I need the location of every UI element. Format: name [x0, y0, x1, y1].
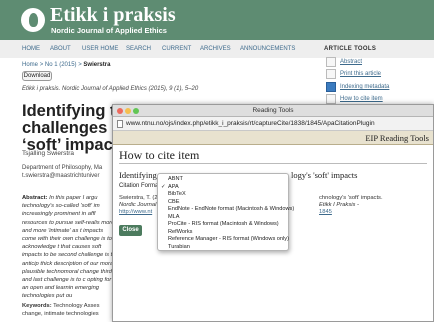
breadcrumb-separator: > — [78, 62, 82, 68]
dropdown-option[interactable]: EndNote - EndNote format (Macintosh & Wi… — [168, 206, 294, 212]
window-title: Reading Tools — [252, 107, 294, 114]
url-bar[interactable]: www.ntnu.no/ojs/index.php/etikk_i_praksi… — [113, 117, 433, 131]
item-title-right: logy's 'soft' impacts — [291, 170, 358, 180]
window-titlebar[interactable]: Reading Tools — [113, 105, 433, 117]
reading-tools-window: Reading Tools www.ntnu.no/ojs/index.php/… — [112, 104, 434, 322]
tool-abstract-link[interactable]: Abstract — [340, 59, 362, 65]
breadcrumb-current: Swierstra — [83, 62, 111, 68]
tool-metadata-link[interactable]: Indexing metadata — [340, 84, 389, 90]
nav-home[interactable]: HOME — [22, 46, 40, 52]
how-to-cite-heading: How to cite item — [119, 148, 200, 162]
article-author: Tsjalling Swierstra — [22, 150, 75, 157]
nav-current[interactable]: CURRENT — [162, 46, 191, 52]
checkmark-icon: ✓ — [161, 183, 166, 190]
dropdown-option[interactable]: Reference Manager - RIS format (Windows … — [168, 236, 289, 242]
citation-line: chnology's 'soft' impacts. — [319, 195, 383, 201]
url-text[interactable]: www.ntnu.no/ojs/index.php/etikk_i_praksi… — [126, 120, 375, 127]
article-citation: Etikk i praksis. Nordic Journal of Appli… — [22, 86, 199, 92]
dropdown-option[interactable]: CBE — [168, 199, 180, 205]
dropdown-option-selected[interactable]: APA — [168, 184, 179, 190]
site-subtitle: Nordic Journal of Applied Ethics — [51, 26, 167, 35]
printer-icon — [326, 69, 336, 79]
keywords: Keywords: Technology Asses change, intim… — [22, 302, 118, 318]
breadcrumb-home[interactable]: Home — [22, 62, 38, 68]
nav-user-home[interactable]: USER HOME — [82, 46, 118, 52]
journal-logo-icon[interactable] — [21, 8, 45, 32]
reading-tools-header-text: EIP Reading Tools — [365, 133, 429, 143]
author-affiliation: Department of Philosophy, Ma t.swierstra… — [22, 165, 103, 179]
nav-announcements[interactable]: ANNOUNCEMENTS — [240, 46, 295, 52]
citation-link[interactable]: 1845 — [319, 209, 383, 216]
nav-about[interactable]: ABOUT — [50, 46, 71, 52]
breadcrumb-separator: > — [39, 62, 44, 68]
site-header: Etikk i praksis Nordic Journal of Applie… — [0, 0, 434, 40]
article-tools-title: ARTICLE TOOLS — [324, 46, 377, 52]
nav-archives[interactable]: ARCHIVES — [200, 46, 231, 52]
dropdown-option[interactable]: ABNT — [168, 176, 183, 182]
breadcrumb-issue[interactable]: No 1 (2015) — [45, 62, 77, 68]
abstract-label: Abstract: — [22, 195, 48, 201]
nav-search[interactable]: SEARCH — [126, 46, 151, 52]
tool-print-link[interactable]: Print this article — [340, 71, 381, 77]
citation-format-label: Citation Format — [119, 183, 161, 189]
reading-tools-header: EIP Reading Tools — [113, 131, 433, 145]
page-icon — [117, 120, 123, 128]
tool-cite-link[interactable]: How to cite item — [340, 96, 383, 102]
download-button[interactable]: Download — [22, 71, 52, 81]
cite-icon — [326, 94, 336, 104]
info-icon — [326, 82, 336, 92]
citation-line: Etikk I Praksis - — [319, 202, 359, 208]
dropdown-option[interactable]: Turabian — [168, 244, 190, 250]
abstract-text: In this paper I argu technology's so-cal… — [22, 195, 116, 298]
breadcrumb: Home > No 1 (2015) > Swierstra — [22, 62, 110, 68]
site-title[interactable]: Etikk i praksis — [50, 4, 176, 27]
item-title-left: Identifying — [119, 170, 157, 180]
abstract: Abstract: In this paper I argu technolog… — [22, 194, 118, 298]
dropdown-option[interactable]: ProCite - RIS format (Macintosh & Window… — [168, 221, 279, 227]
divider — [119, 163, 427, 164]
keywords-label: Keywords: — [22, 303, 52, 309]
dropdown-option[interactable]: BibTeX — [168, 191, 186, 197]
citation-format-dropdown[interactable]: ABNT ✓ APA BibTeX CBE EndNote - EndNote … — [157, 173, 294, 251]
dropdown-option[interactable]: RefWorks — [168, 229, 192, 235]
close-button[interactable]: Close — [119, 225, 142, 236]
citation-text-right: chnology's 'soft' impacts. Etikk I Praks… — [319, 195, 383, 216]
dropdown-option[interactable]: MLA — [168, 214, 180, 220]
document-icon — [326, 57, 336, 67]
